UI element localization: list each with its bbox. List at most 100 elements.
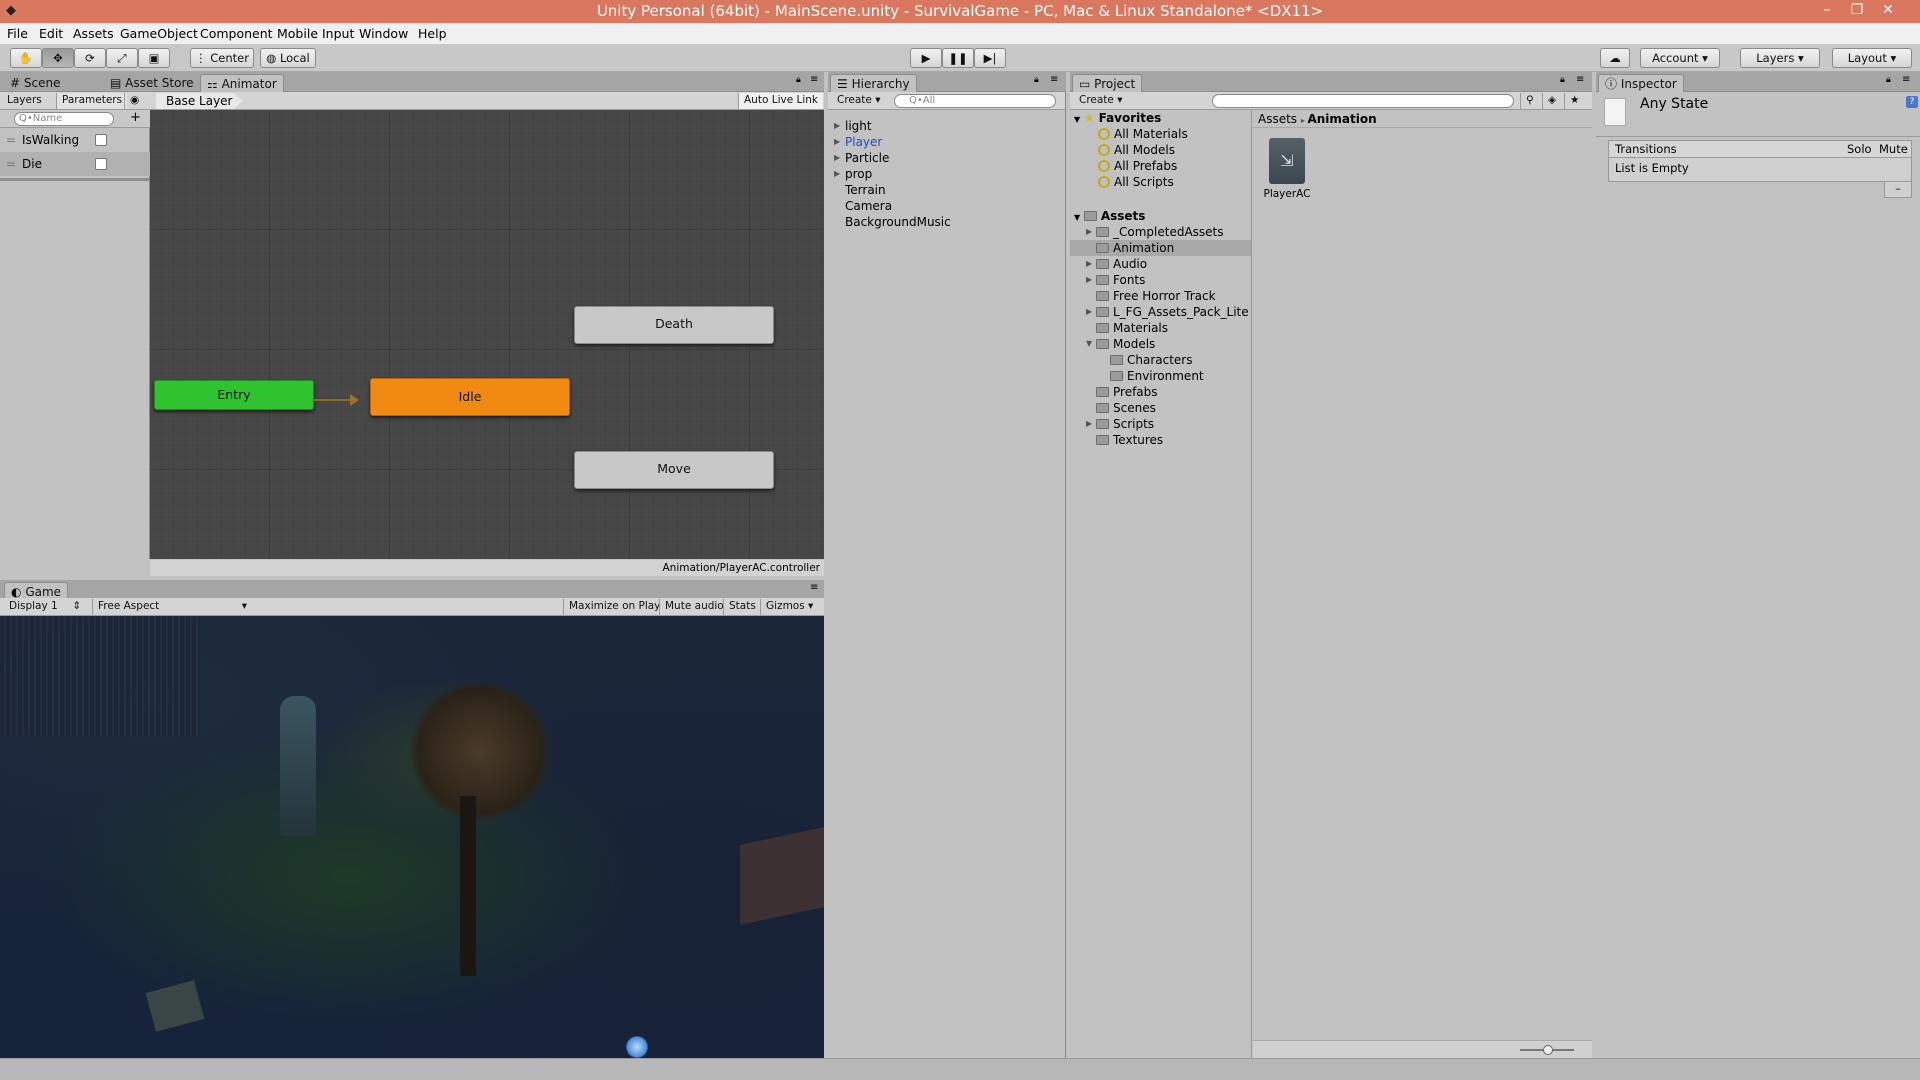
pivot-center-button[interactable]: ⋮ Center bbox=[190, 48, 254, 68]
gizmos-dropdown[interactable]: Gizmos ▾ bbox=[760, 599, 818, 615]
breadcrumb-animation[interactable]: Animation bbox=[1307, 112, 1376, 126]
drag-handle-icon[interactable]: = bbox=[6, 128, 16, 152]
hierarchy-item[interactable]: ▶ light bbox=[828, 118, 1065, 134]
help-icon[interactable]: ? bbox=[1906, 96, 1918, 108]
folder-item[interactable]: Environment bbox=[1070, 368, 1251, 384]
tab-hierarchy[interactable]: ☰ Hierarchy bbox=[830, 74, 917, 92]
rotate-tool-button[interactable]: ⟳ bbox=[74, 48, 106, 68]
hierarchy-search-input[interactable]: Q•All bbox=[894, 94, 1056, 108]
expand-arrow-icon[interactable]: ▶ bbox=[1086, 416, 1094, 432]
panel-menu-icon[interactable]: ≡ bbox=[1050, 74, 1058, 85]
mute-audio-button[interactable]: Mute audio bbox=[659, 599, 729, 615]
pivot-space-button[interactable]: ◍ Local bbox=[260, 48, 316, 68]
expand-arrow-icon[interactable]: ▶ bbox=[834, 134, 842, 150]
rect-tool-button[interactable]: ▣ bbox=[138, 48, 170, 68]
expand-arrow-icon[interactable]: ▶ bbox=[1086, 304, 1094, 320]
minimize-icon[interactable]: – bbox=[1812, 0, 1842, 23]
state-death[interactable]: Death bbox=[574, 306, 774, 344]
menu-assets[interactable]: Assets bbox=[73, 25, 114, 42]
state-entry[interactable]: Entry bbox=[154, 380, 314, 410]
hierarchy-item[interactable]: ▶ Particle bbox=[828, 150, 1065, 166]
menu-gameobject[interactable]: GameObject bbox=[120, 25, 198, 42]
expand-arrow-icon[interactable]: ▶ bbox=[1086, 272, 1094, 288]
expand-arrow-icon[interactable]: ▶ bbox=[1086, 224, 1094, 240]
pause-button[interactable]: ❚❚ bbox=[942, 48, 974, 68]
assets-header[interactable]: ▼ Assets bbox=[1074, 208, 1145, 224]
panel-menu-icon[interactable]: ≡ bbox=[1576, 74, 1584, 85]
folder-item[interactable]: Prefabs bbox=[1070, 384, 1251, 400]
hierarchy-item[interactable]: BackgroundMusic bbox=[828, 214, 1065, 230]
favorite-star-icon[interactable]: ★ bbox=[1564, 93, 1584, 109]
expand-arrow-icon[interactable]: ▶ bbox=[834, 166, 842, 182]
maximize-on-play-button[interactable]: Maximize on Play bbox=[563, 599, 665, 615]
cloud-button[interactable]: ☁ bbox=[1600, 48, 1630, 68]
game-view-render[interactable] bbox=[0, 616, 824, 1058]
restore-icon[interactable]: ❐ bbox=[1842, 0, 1872, 23]
step-button[interactable]: ▶| bbox=[974, 48, 1006, 68]
hand-tool-button[interactable]: ✋ bbox=[10, 48, 42, 68]
breadcrumb-base-layer[interactable]: Base Layer bbox=[156, 93, 243, 109]
state-move[interactable]: Move bbox=[574, 451, 774, 489]
project-search-input[interactable] bbox=[1212, 94, 1514, 108]
project-create-dropdown[interactable]: Create ▾ bbox=[1074, 93, 1128, 109]
parameter-checkbox[interactable] bbox=[95, 134, 107, 146]
filter-label-icon[interactable]: ◈ bbox=[1542, 93, 1561, 109]
lock-icon[interactable]: 🔒︎ bbox=[1560, 75, 1565, 85]
expand-arrow-icon[interactable]: ▶ bbox=[1086, 256, 1094, 272]
menu-window[interactable]: Window bbox=[359, 25, 408, 42]
parameter-row[interactable]: = IsWalking bbox=[0, 128, 150, 152]
remove-transition-button[interactable]: – bbox=[1884, 182, 1912, 198]
hierarchy-item[interactable]: ▶ Player bbox=[828, 134, 1065, 150]
parameter-row[interactable]: = Die bbox=[0, 152, 150, 176]
account-dropdown[interactable]: Account ▾ bbox=[1640, 48, 1720, 68]
parameter-checkbox[interactable] bbox=[95, 158, 107, 170]
move-tool-button[interactable]: ✥ bbox=[42, 48, 74, 68]
tab-animator[interactable]: ⚏ Animator bbox=[200, 74, 284, 92]
breadcrumb-assets[interactable]: Assets bbox=[1258, 112, 1297, 126]
menu-edit[interactable]: Edit bbox=[39, 25, 63, 42]
folder-item[interactable]: Characters bbox=[1070, 352, 1251, 368]
tab-parameters[interactable]: Parameters bbox=[56, 93, 128, 109]
tab-scene[interactable]: # Scene bbox=[4, 74, 66, 92]
lock-icon[interactable]: 🔒︎ bbox=[1886, 75, 1891, 85]
lock-icon[interactable]: 🔒︎ bbox=[1034, 75, 1039, 85]
hierarchy-item[interactable]: Terrain bbox=[828, 182, 1065, 198]
menu-component[interactable]: Component bbox=[200, 25, 273, 42]
animator-graph-canvas[interactable]: Entry Idle Death Move Animation/PlayerAC… bbox=[150, 110, 824, 576]
scale-tool-button[interactable]: ⤢ bbox=[106, 48, 138, 68]
icon-size-slider-thumb[interactable] bbox=[1543, 1045, 1553, 1055]
folder-item[interactable]: Free Horror Track bbox=[1070, 288, 1251, 304]
stats-button[interactable]: Stats bbox=[723, 599, 761, 615]
expand-down-icon[interactable]: ▼ bbox=[1086, 336, 1094, 352]
folder-item[interactable]: ▶ Audio bbox=[1070, 256, 1251, 272]
auto-live-link-button[interactable]: Auto Live Link bbox=[738, 93, 823, 109]
hierarchy-create-dropdown[interactable]: Create ▾ bbox=[832, 93, 886, 109]
display-dropdown[interactable]: Display 1 ⇕ bbox=[4, 599, 86, 615]
tab-asset-store[interactable]: ▤ Asset Store bbox=[104, 74, 200, 92]
tab-project[interactable]: ▭ Project bbox=[1072, 74, 1143, 92]
folder-item[interactable]: ▶ Fonts bbox=[1070, 272, 1251, 288]
eye-icon[interactable]: ◉ bbox=[124, 93, 144, 109]
layout-dropdown[interactable]: Layout ▾ bbox=[1832, 48, 1912, 68]
menu-file[interactable]: File bbox=[7, 25, 28, 42]
panel-menu-icon[interactable]: ≡ bbox=[810, 582, 818, 593]
folder-item[interactable]: ▼ Models bbox=[1070, 336, 1251, 352]
expand-arrow-icon[interactable]: ▶ bbox=[834, 150, 842, 166]
folder-item[interactable]: ▶ Scripts bbox=[1070, 416, 1251, 432]
param-search-input[interactable]: Q•Name bbox=[14, 112, 114, 126]
panel-menu-icon[interactable]: ≡ bbox=[810, 74, 818, 85]
folder-item[interactable]: ▶ _CompletedAssets bbox=[1070, 224, 1251, 240]
menu-mobile-input[interactable]: Mobile Input bbox=[277, 25, 354, 42]
add-parameter-button[interactable]: + bbox=[130, 110, 141, 125]
hierarchy-item[interactable]: ▶ prop bbox=[828, 166, 1065, 182]
folder-item[interactable]: ▶ L_FG_Assets_Pack_Lite bbox=[1070, 304, 1251, 320]
asset-playerac[interactable]: ⇲ PlayerAC bbox=[1261, 138, 1313, 214]
layers-dropdown[interactable]: Layers ▾ bbox=[1740, 48, 1820, 68]
folder-item[interactable]: Materials bbox=[1070, 320, 1251, 336]
folder-item[interactable]: Animation bbox=[1070, 240, 1251, 256]
play-button[interactable]: ▶ bbox=[910, 48, 942, 68]
aspect-dropdown[interactable]: Free Aspect ▾ bbox=[92, 599, 252, 615]
menu-help[interactable]: Help bbox=[418, 25, 447, 42]
tab-inspector[interactable]: ⓘ Inspector bbox=[1598, 74, 1684, 92]
lock-icon[interactable]: 🔒︎ bbox=[796, 75, 801, 85]
